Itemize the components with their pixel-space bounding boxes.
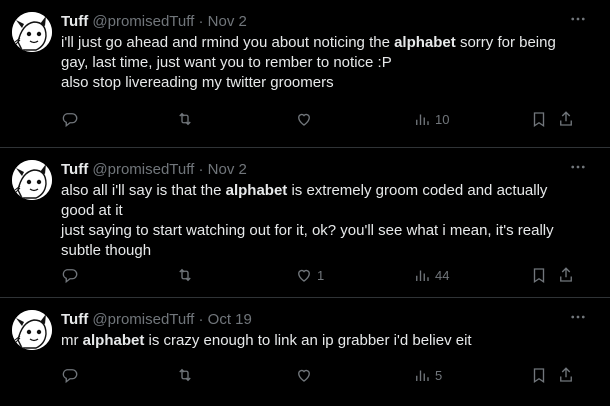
more-icon[interactable] [568, 9, 588, 29]
views-icon [416, 270, 429, 281]
bookmark-icon [533, 268, 545, 284]
share-icon [560, 267, 572, 282]
like-icon [298, 113, 310, 126]
tweet-line: gay, last time, just want you to rember … [61, 54, 392, 71]
retweet-button[interactable] [176, 264, 194, 286]
author-handle[interactable]: @promisedTuff [92, 161, 194, 178]
share-button[interactable] [557, 364, 575, 386]
tweet-line: good at it [61, 202, 123, 219]
more-icon[interactable] [568, 157, 588, 177]
like-count: 1 [317, 267, 325, 283]
tweet-line: i'll just go ahead and rmind you about n… [61, 34, 556, 51]
like-icon [298, 269, 310, 282]
reply-button[interactable] [61, 364, 79, 386]
like-button[interactable]: 1 [295, 264, 324, 286]
tweet-line: subtle though [61, 242, 152, 259]
like-button[interactable] [295, 364, 317, 386]
retweet-icon [179, 112, 191, 126]
like-icon [298, 369, 310, 382]
tweet-date[interactable]: Nov 2 [208, 13, 247, 30]
tweet-text: mr alphabet is crazy enough to link an i… [61, 331, 591, 351]
retweet-icon [179, 368, 191, 382]
views-button[interactable]: 10 [413, 108, 449, 130]
share-icon [560, 367, 572, 382]
separator: · [198, 311, 204, 328]
views-icon [416, 114, 429, 125]
tweet-line: just saying to start watching out for it… [61, 222, 554, 239]
views-button[interactable]: 44 [413, 264, 449, 286]
avatar[interactable] [12, 310, 52, 350]
tweet-feed: Tuff @promisedTuff · Nov 2 i'll just go … [0, 0, 610, 406]
author-handle[interactable]: @promisedTuff [92, 13, 194, 30]
share-icon [560, 111, 572, 126]
author-name[interactable]: Tuff [61, 161, 88, 178]
bookmark-icon [533, 368, 545, 384]
tweet-date[interactable]: Nov 2 [208, 161, 247, 178]
reply-icon [62, 269, 78, 284]
tweet-actions: 1 44 [61, 264, 596, 286]
retweet-icon [179, 268, 191, 282]
tweet-date[interactable]: Oct 19 [208, 311, 252, 328]
avatar[interactable] [12, 12, 52, 52]
reply-icon [62, 113, 78, 128]
tweet-text: also all i'll say is that the alphabet i… [61, 181, 591, 261]
tweet-header: Tuff @promisedTuff · Oct 19 [61, 310, 598, 330]
bookmark-button[interactable] [530, 108, 548, 130]
reply-button[interactable] [61, 264, 79, 286]
tweet-line: also stop livereading my twitter groomer… [61, 74, 334, 91]
share-button[interactable] [557, 264, 575, 286]
bookmark-icon [533, 112, 545, 128]
tweet-header: Tuff @promisedTuff · Nov 2 [61, 12, 598, 32]
tweet[interactable]: Tuff @promisedTuff · Oct 19 mr alphabet … [0, 298, 610, 406]
views-button[interactable]: 5 [413, 364, 442, 386]
tweet[interactable]: Tuff @promisedTuff · Nov 2 also all i'll… [0, 148, 610, 298]
share-button[interactable] [557, 108, 575, 130]
view-count: 44 [435, 267, 450, 283]
separator: · [198, 161, 204, 178]
more-icon[interactable] [568, 307, 588, 327]
retweet-button[interactable] [176, 108, 194, 130]
tweet-line: mr alphabet is crazy enough to link an i… [61, 332, 472, 349]
tweet-actions: 5 [61, 364, 596, 386]
view-count: 10 [435, 111, 450, 127]
tweet-header: Tuff @promisedTuff · Nov 2 [61, 160, 598, 180]
tweet-actions: 10 [61, 108, 596, 130]
reply-icon [62, 369, 78, 384]
views-icon [416, 370, 429, 381]
avatar[interactable] [12, 160, 52, 200]
like-button[interactable] [295, 108, 317, 130]
separator: · [198, 13, 204, 30]
author-name[interactable]: Tuff [61, 311, 88, 328]
bookmark-button[interactable] [530, 364, 548, 386]
author-handle[interactable]: @promisedTuff [92, 311, 194, 328]
tweet[interactable]: Tuff @promisedTuff · Nov 2 i'll just go … [0, 0, 610, 148]
bookmark-button[interactable] [530, 264, 548, 286]
tweet-line: also all i'll say is that the alphabet i… [61, 182, 548, 199]
reply-button[interactable] [61, 108, 79, 130]
author-name[interactable]: Tuff [61, 13, 88, 30]
tweet-text: i'll just go ahead and rmind you about n… [61, 33, 591, 93]
retweet-button[interactable] [176, 364, 194, 386]
view-count: 5 [435, 367, 443, 383]
